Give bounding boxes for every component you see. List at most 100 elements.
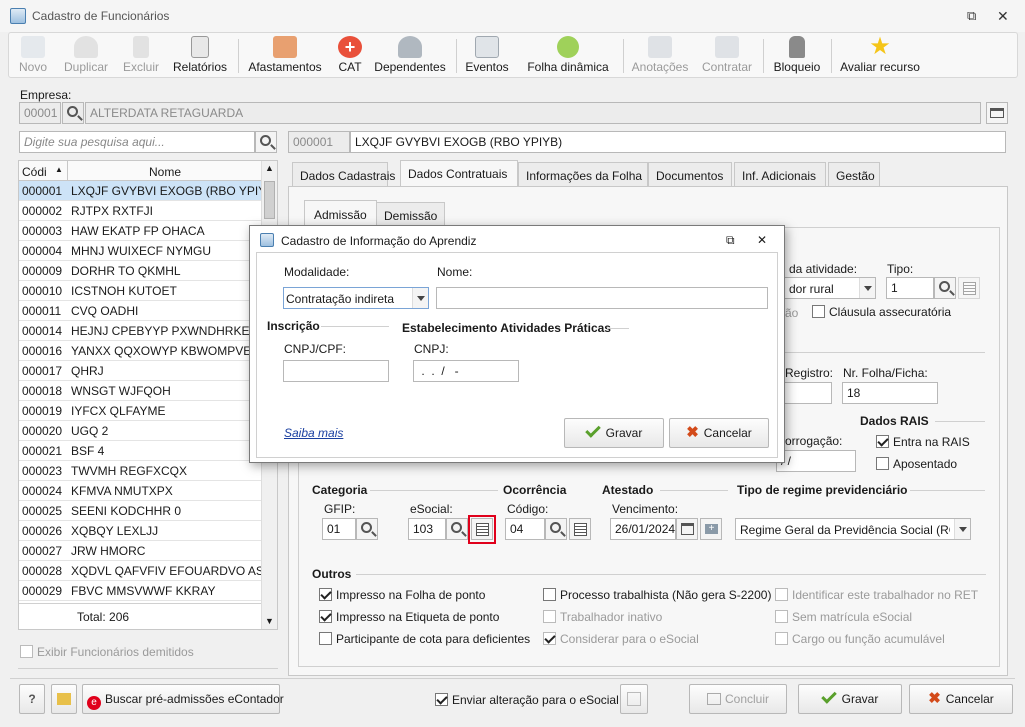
table-row[interactable]: 000027 JRW HMORC (19, 541, 261, 561)
table-row[interactable]: 000024 KFMVA NMUTXPX (19, 481, 261, 501)
tipo-input[interactable]: 1 (886, 277, 934, 299)
table-row[interactable]: 000010 ICSTNOH KUTOET (19, 281, 261, 301)
help-button[interactable]: ? (19, 684, 45, 714)
table-row[interactable]: 000018 WNSGT WJFQOH (19, 381, 261, 401)
novo-button[interactable]: Novo (13, 33, 53, 77)
col-code-header[interactable]: Códi (22, 165, 47, 179)
search-input[interactable]: Digite sua pesquisa aqui... (19, 131, 255, 153)
cnpj-cpf-input[interactable] (283, 360, 389, 382)
cat-button[interactable]: + CAT (333, 33, 367, 77)
contratar-button[interactable]: Contratar (699, 33, 755, 77)
table-row[interactable]: 000016 YANXX QQXOWYP KBWOMPVEC (19, 341, 261, 361)
clausula-checkbox[interactable]: Cláusula assecuratória (812, 305, 951, 319)
nome-input[interactable] (436, 287, 768, 309)
close-icon[interactable]: ✕ (997, 8, 1009, 25)
entra-rais-checkbox[interactable]: Entra na RAIS (876, 435, 970, 449)
table-row[interactable]: 000011 CVQ OADHI (19, 301, 261, 321)
folha-ficha-input[interactable]: 18 (842, 382, 938, 404)
empresa-code[interactable]: 00001 (19, 102, 61, 124)
dialog-cancelar-button[interactable]: ✖ Cancelar (669, 418, 769, 448)
outros-checkbox[interactable]: Impresso na Folha de ponto (319, 588, 485, 602)
esocial-list-button[interactable] (471, 518, 493, 540)
restore-icon[interactable]: ⧉ (967, 8, 976, 24)
table-row[interactable]: 000017 QHRJ (19, 361, 261, 381)
excluir-button[interactable]: Excluir (117, 33, 165, 77)
gfip-input[interactable]: 01 (322, 518, 356, 540)
search-button[interactable] (255, 131, 277, 153)
codigo-input[interactable]: 04 (505, 518, 545, 540)
tab-documentos[interactable]: Documentos (648, 162, 732, 188)
outros-checkbox[interactable]: Trabalhador inativo (543, 610, 662, 624)
enviar-esocial-checkbox[interactable]: Enviar alteração para o eSocial (435, 693, 619, 707)
prorrogacao-input[interactable]: / / (776, 450, 856, 472)
relatorios-button[interactable]: Relatórios (169, 33, 231, 77)
aposentado-checkbox[interactable]: Aposentado (876, 457, 957, 471)
table-row[interactable]: 000001 LXQJF GVYBVI EXOGB (RBO YPIYB) (19, 181, 261, 201)
outros-checkbox[interactable]: Cargo ou função acumulável (775, 632, 945, 646)
table-row[interactable]: 000021 BSF 4 (19, 441, 261, 461)
outros-checkbox[interactable]: Processo trabalhista (Não gera S-2200) (543, 588, 771, 602)
table-row[interactable]: 000004 MHNJ WUIXECF NYMGU (19, 241, 261, 261)
col-name-header[interactable]: Nome (149, 165, 181, 179)
atividade-select[interactable]: dor rural (774, 277, 876, 299)
tab-gest-o[interactable]: Gestão (828, 162, 880, 188)
empresa-search-button[interactable] (62, 102, 84, 124)
table-row[interactable]: 000029 FBVC MMSVWWF KKRAY (19, 581, 261, 601)
table-row[interactable]: 000026 XQBQY LEXLJJ (19, 521, 261, 541)
dependentes-button[interactable]: Dependentes (373, 33, 447, 77)
table-row[interactable]: 000003 HAW EKATP FP OHACA (19, 221, 261, 241)
esocial-input[interactable]: 103 (408, 518, 446, 540)
concluir-button[interactable]: Concluir (689, 684, 787, 714)
cancelar-button[interactable]: ✖ Cancelar (909, 684, 1013, 714)
table-row[interactable]: 000009 DORHR TO QKMHL (19, 261, 261, 281)
import-button[interactable] (51, 684, 77, 714)
codigo-search-button[interactable] (545, 518, 567, 540)
calendar-button[interactable] (676, 518, 698, 540)
tab-dados-cadastrais[interactable]: Dados Cadastrais (292, 162, 395, 188)
tab-inf-adicionais[interactable]: Inf. Adicionais (734, 162, 826, 188)
vencimento-input[interactable]: 26/01/2024 (610, 518, 676, 540)
gfip-search-button[interactable] (356, 518, 378, 540)
tipo-search-button[interactable] (934, 277, 956, 299)
subtab-admissao[interactable]: Admissão (304, 200, 377, 228)
table-row[interactable]: 000028 XQDVL QAFVFIV EFOUARDVO AST L (19, 561, 261, 581)
outros-checkbox[interactable]: Sem matrícula eSocial (775, 610, 912, 624)
codigo-list-button[interactable] (569, 518, 591, 540)
saiba-mais-link[interactable]: Saiba mais (284, 426, 343, 440)
copy-button[interactable] (620, 684, 648, 714)
esocial-search-button[interactable] (446, 518, 468, 540)
gravar-button[interactable]: Gravar (798, 684, 902, 714)
table-row[interactable]: 000019 IYFCX QLFAYME (19, 401, 261, 421)
regime-select[interactable]: Regime Geral da Previdência Social (RGP (735, 518, 971, 540)
buscar-pre-admissoes-button[interactable]: e Buscar pré-admissões eContador (82, 684, 284, 714)
outros-checkbox[interactable]: Identificar este trabalhador no RET (775, 588, 978, 602)
dialog-gravar-button[interactable]: Gravar (564, 418, 664, 448)
outros-checkbox[interactable]: Participante de cota para deficientes (319, 632, 530, 646)
atestado-add-button[interactable]: + (700, 518, 722, 540)
avaliar-recurso-button[interactable]: ★ Avaliar recurso (839, 33, 921, 77)
bloqueio-button[interactable]: Bloqueio (771, 33, 823, 77)
outros-checkbox[interactable]: Impresso na Etiqueta de ponto (319, 610, 499, 624)
scroll-down-icon[interactable]: ▼ (265, 616, 274, 626)
modalidade-select[interactable]: Contratação indireta (283, 287, 429, 309)
show-dismissed-checkbox[interactable]: Exibir Funcionários demitidos (20, 645, 194, 659)
scroll-up-icon[interactable]: ▲ (265, 163, 274, 173)
scroll-thumb[interactable] (264, 181, 275, 219)
table-row[interactable]: 000014 HEJNJ CPEBYYP PXWNDHRKE BTE (19, 321, 261, 341)
outros-checkbox[interactable]: Considerar para o eSocial (543, 632, 699, 646)
folha-dinamica-button[interactable]: Folha dinâmica (521, 33, 615, 77)
table-row[interactable]: 000023 TWVMH REGFXCQX (19, 461, 261, 481)
empresa-grid-button[interactable] (986, 102, 1008, 124)
table-row[interactable]: 000020 UGQ 2 (19, 421, 261, 441)
table-row[interactable]: 000002 RJTPX RXTFJI (19, 201, 261, 221)
anotacoes-button[interactable]: Anotações (627, 33, 693, 77)
tab-informa-es-da-folha[interactable]: Informações da Folha (518, 162, 648, 188)
dialog-close-icon[interactable]: ✕ (757, 233, 767, 247)
tipo-add-button[interactable] (958, 277, 980, 299)
eventos-button[interactable]: Eventos (464, 33, 510, 77)
duplicar-button[interactable]: Duplicar (59, 33, 113, 77)
afastamentos-button[interactable]: Afastamentos (245, 33, 325, 77)
cnpj-input[interactable]: . . / - (413, 360, 519, 382)
table-row[interactable]: 000025 SEENI KODCHHR 0 (19, 501, 261, 521)
dialog-restore-icon[interactable]: ⧉ (726, 233, 735, 248)
